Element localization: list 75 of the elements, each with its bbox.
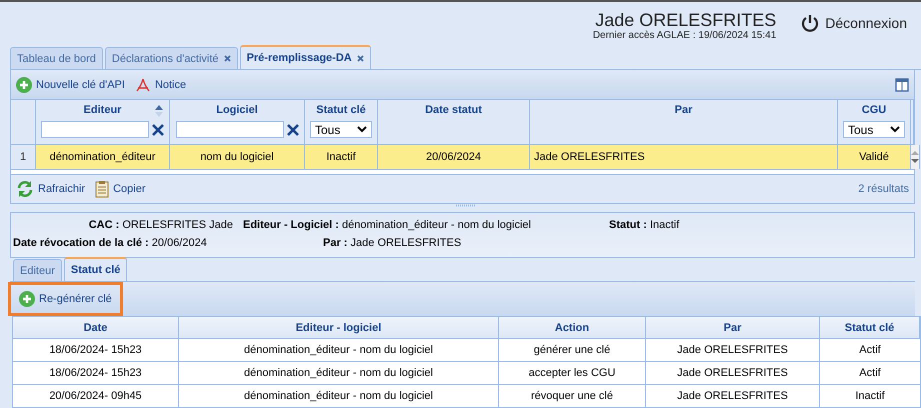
table-cell: Jade ORELESFRITES: [646, 362, 820, 384]
column-header[interactable]: Date statut: [425, 104, 482, 116]
column-header[interactable]: Editeur: [84, 104, 122, 116]
column-header[interactable]: Logiciel: [216, 104, 258, 116]
tab-label: Déclarations d'activité: [112, 52, 219, 64]
detail-field: Statut : Inactif: [609, 219, 914, 231]
footer-button[interactable]: Rafraichir: [16, 180, 86, 198]
column-header: Date: [13, 317, 179, 338]
column-header: Par: [646, 317, 820, 338]
scrollbar[interactable]: [911, 145, 920, 169]
table-cell: dénomination_éditeur - nom du logiciel: [179, 362, 499, 384]
chevron-down-icon: [890, 126, 900, 133]
close-icon[interactable]: [356, 54, 364, 62]
columns-icon[interactable]: [895, 78, 909, 92]
table-cell: accepter les CGU: [499, 362, 646, 384]
column-header[interactable]: Par: [674, 104, 692, 116]
add-icon: [16, 76, 32, 92]
column-header: Action: [499, 317, 646, 338]
result-count: 2 résultats: [858, 183, 909, 195]
logout-link[interactable]: Déconnexion: [800, 10, 907, 33]
table-cell: dénomination_éditeur - nom du logiciel: [179, 339, 499, 361]
pdf-icon: [134, 76, 151, 92]
tab-label: Tableau de bord: [17, 52, 96, 64]
table-cell: nom du logiciel: [170, 145, 305, 169]
table-cell: Inactif: [305, 145, 378, 169]
row-number: 1: [11, 145, 36, 169]
tab[interactable]: Pré-remplissage-DA: [240, 45, 371, 69]
table-cell: Actif: [820, 362, 921, 384]
user-name: Jade ORELESFRITES: [595, 10, 776, 30]
table-cell: 20/06/2024- 09h45: [13, 385, 179, 407]
close-icon[interactable]: [224, 55, 231, 62]
table-cell: Jade ORELESFRITES: [646, 339, 820, 361]
footer-button[interactable]: Copier: [95, 180, 146, 198]
column-header[interactable]: CGU: [862, 104, 886, 116]
chevron-down-icon: [357, 126, 367, 133]
detail-field: Date révocation de la clé : 20/06/2024: [13, 237, 293, 249]
column-header: Editeur - logiciel: [179, 317, 499, 338]
tab[interactable]: Déclarations d'activité: [104, 47, 238, 69]
table-cell: 18/06/2024- 15h23: [13, 339, 179, 361]
table-cell: 18/06/2024- 15h23: [13, 362, 179, 384]
clipboard-icon: [95, 180, 110, 198]
clear-icon[interactable]: [152, 124, 164, 136]
clear-icon[interactable]: [286, 124, 298, 136]
scroll-down-icon[interactable]: [911, 159, 919, 163]
table-cell: dénomination_éditeur: [36, 145, 170, 169]
detail-field: Par : Jade ORELESFRITES: [293, 237, 914, 249]
column-header[interactable]: Statut clé: [316, 104, 366, 116]
table-cell: Jade ORELESFRITES: [530, 145, 838, 169]
table-cell: révoquer une clé: [499, 385, 646, 407]
filter-dropdown[interactable]: Tous: [843, 121, 905, 138]
sort-icon[interactable]: [155, 105, 163, 117]
regenerate-key-button[interactable]: Re-générer clé: [8, 282, 123, 316]
refresh-icon: [16, 180, 34, 198]
last-access-text: Dernier accès AGLAE : 19/06/2024 15:41: [592, 30, 776, 41]
table-cell: Inactif: [820, 385, 921, 407]
table-cell: 20/06/2024: [378, 145, 530, 169]
splitter-handle[interactable]: [456, 204, 476, 207]
toolbar-button[interactable]: Nouvelle clé d'API: [16, 76, 125, 92]
tab[interactable]: Editeur: [13, 259, 62, 281]
toolbar-button[interactable]: Notice: [134, 76, 186, 92]
detail-field: Editeur - Logiciel : dénomination_éditeur - nom du logiciel: [243, 219, 609, 231]
table-cell: générer une clé: [499, 339, 646, 361]
table-cell: dénomination_éditeur - nom du logiciel: [179, 385, 499, 407]
column-header: Statut clé: [820, 317, 920, 338]
filter-field[interactable]: [41, 121, 149, 138]
filter-dropdown[interactable]: Tous: [310, 121, 372, 138]
tab[interactable]: Statut clé: [64, 257, 128, 281]
table-cell: Actif: [820, 339, 921, 361]
table-cell: Jade ORELESFRITES: [646, 385, 820, 407]
add-icon: [19, 291, 35, 307]
tab[interactable]: Tableau de bord: [10, 47, 103, 69]
tab-label: Pré-remplissage-DA: [246, 52, 352, 64]
detail-field: CAC : ORELESFRITES Jade: [13, 219, 243, 231]
filter-field[interactable]: [176, 121, 284, 138]
power-icon: [800, 13, 820, 33]
